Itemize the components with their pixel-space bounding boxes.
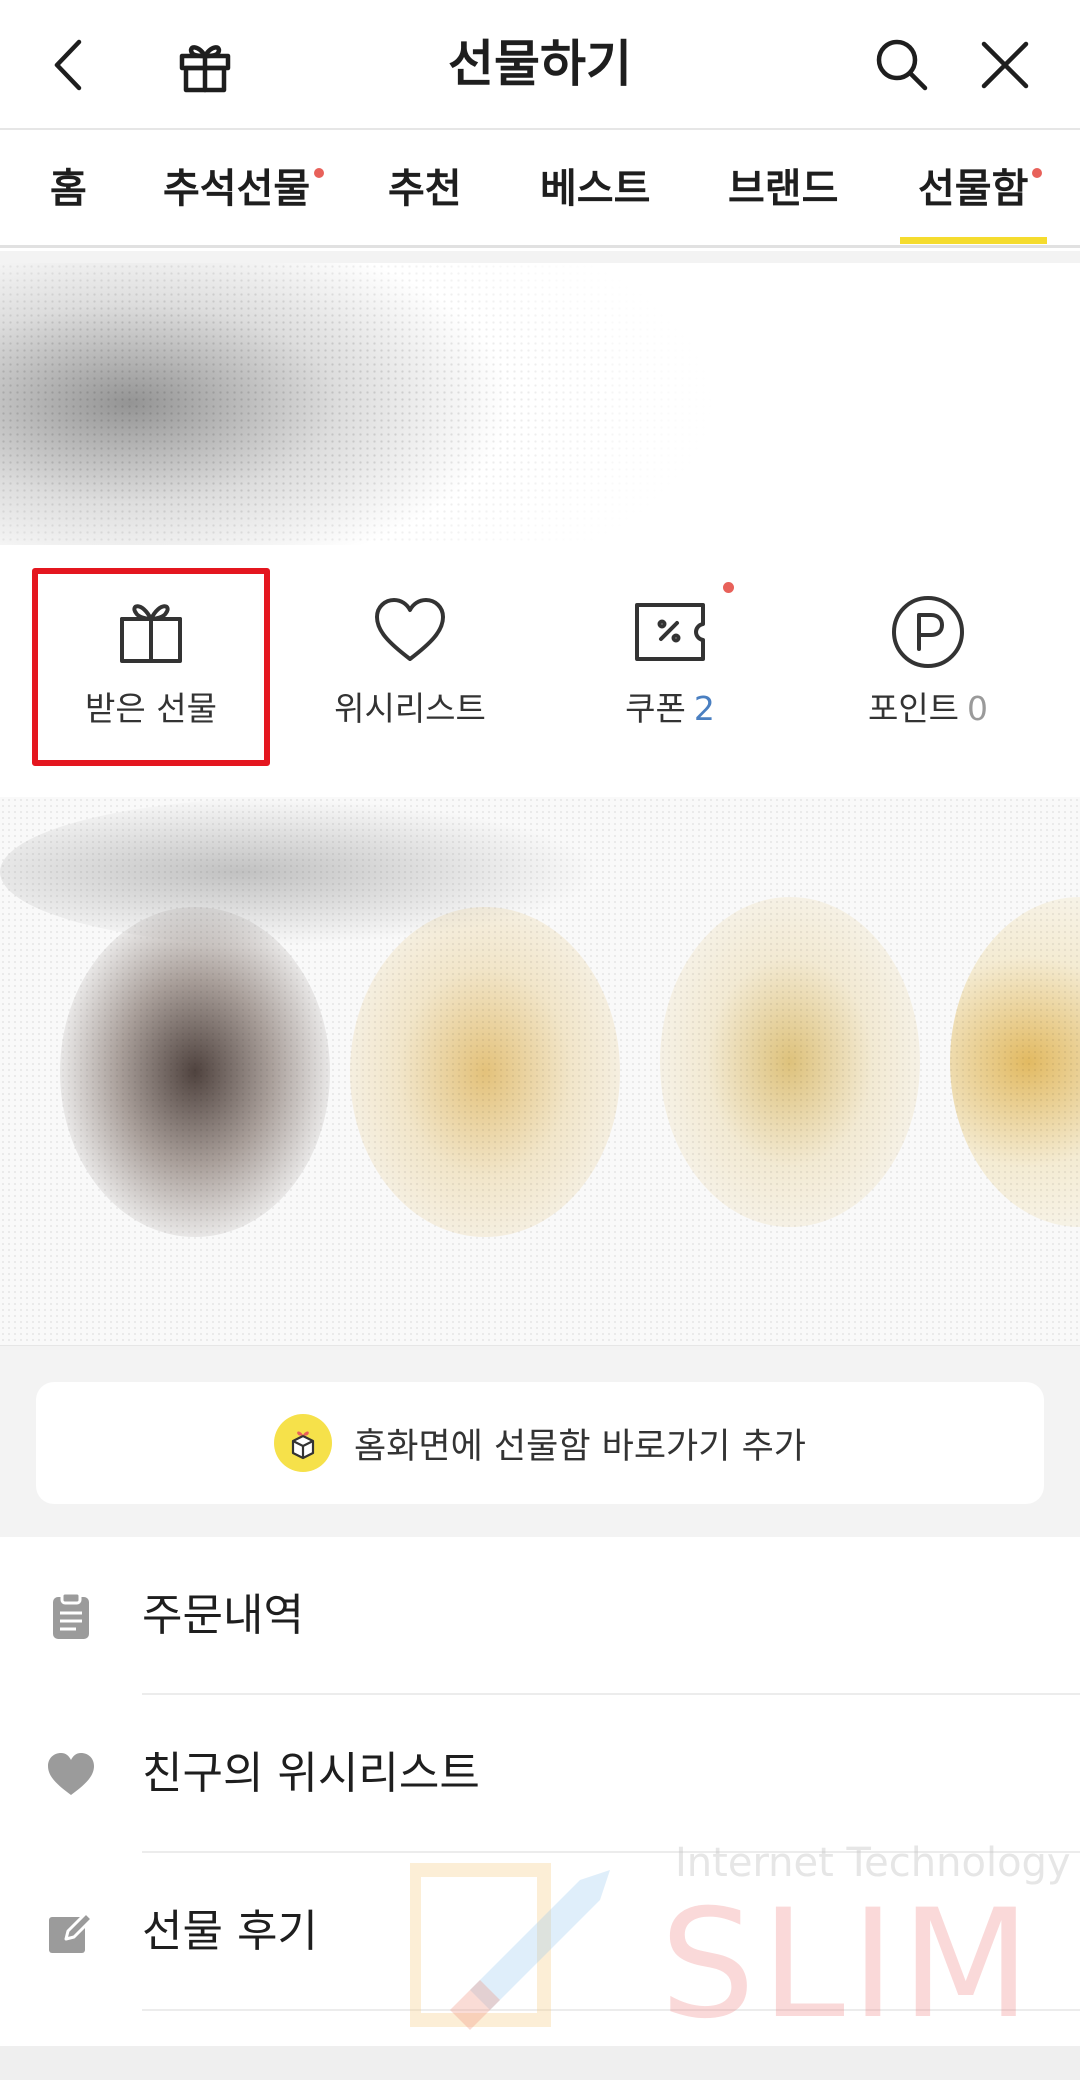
- wishlist-button[interactable]: 위시리스트: [290, 565, 530, 755]
- list-item-order-history[interactable]: 주문내역: [0, 1537, 1080, 1695]
- bottom-spacer: [0, 2046, 1080, 2080]
- tab-recommend[interactable]: 추천: [388, 154, 462, 224]
- active-tab-indicator: [900, 237, 1047, 244]
- shortcut-section: 홈화면에 선물함 바로가기 추가: [0, 1345, 1080, 1537]
- quick-menu-label: 포인트 0: [808, 687, 1048, 731]
- gift-icon: [179, 45, 231, 93]
- tab-brand[interactable]: 브랜드: [728, 154, 838, 224]
- divider: [142, 2009, 1080, 2011]
- list-item-label: 선물 후기: [142, 1906, 318, 1957]
- gift-home-button[interactable]: [165, 25, 245, 105]
- coupon-button[interactable]: 쿠폰 2: [550, 565, 790, 755]
- gift-box-page: 선물하기 홈 추석선물 추천 베스트 브랜드 선물함 받은 선물 위시리스트 쿠…: [0, 0, 1080, 2080]
- coupon-icon: [635, 603, 705, 661]
- tab-label: 추석선물: [163, 166, 311, 212]
- tab-label: 홈: [50, 166, 87, 212]
- heart-filled-icon: [44, 1747, 98, 1801]
- shortcut-label: 홈화면에 선물함 바로가기 추가: [354, 1426, 806, 1467]
- point-icon: [892, 596, 964, 668]
- section-divider: [0, 251, 1080, 263]
- coupon-count: 2: [693, 689, 715, 728]
- point-label: 포인트: [867, 689, 960, 728]
- heart-icon: [375, 598, 445, 661]
- back-button[interactable]: [30, 25, 110, 105]
- tab-best[interactable]: 베스트: [540, 154, 650, 224]
- quick-menu-label: 쿠폰 2: [550, 687, 790, 731]
- notification-dot: [314, 168, 325, 178]
- gift-shortcut-svg: [291, 1431, 315, 1460]
- coupon-label: 쿠폰: [625, 689, 686, 728]
- page-title: 선물하기: [448, 35, 632, 93]
- search-button[interactable]: [862, 25, 942, 105]
- add-home-shortcut-button[interactable]: 홈화면에 선물함 바로가기 추가: [36, 1382, 1044, 1504]
- list-item-gift-review[interactable]: 선물 후기: [0, 1853, 1080, 2011]
- tab-home[interactable]: 홈: [50, 154, 87, 224]
- tab-label: 베스트: [540, 166, 651, 212]
- clipboard-icon: [44, 1589, 98, 1643]
- product-carousel[interactable]: [0, 797, 1080, 1345]
- notification-dot: [1032, 168, 1043, 178]
- image-grain: [0, 797, 1080, 1345]
- banner-image: [0, 263, 1080, 545]
- search-icon: [876, 39, 928, 91]
- quick-menu-label: 위시리스트: [334, 689, 486, 728]
- menu-list: 주문내역 친구의 위시리스트 선물 후기: [0, 1537, 1080, 2013]
- edit-icon: [44, 1905, 98, 1959]
- tab-chuseok-gift[interactable]: 추석선물: [163, 154, 325, 224]
- category-tabs: 홈 추석선물 추천 베스트 브랜드 선물함: [0, 132, 1080, 248]
- promo-banner[interactable]: [0, 263, 1080, 545]
- list-item-friend-wishlist[interactable]: 친구의 위시리스트: [0, 1695, 1080, 1853]
- tab-label: 선물함: [918, 166, 1029, 212]
- tab-label: 추천: [388, 166, 462, 212]
- notification-dot: [723, 582, 734, 593]
- back-arrow-icon: [54, 39, 82, 91]
- point-count: 0: [967, 689, 989, 728]
- tab-label: 브랜드: [728, 166, 839, 212]
- tab-gift-box[interactable]: 선물함: [918, 154, 1043, 224]
- gift-shortcut-icon: [274, 1414, 332, 1472]
- point-button[interactable]: 포인트 0: [808, 565, 1048, 755]
- list-item-label: 주문내역: [142, 1590, 304, 1641]
- list-item-label: 친구의 위시리스트: [142, 1748, 480, 1799]
- close-button[interactable]: [965, 25, 1045, 105]
- highlight-box: [32, 568, 270, 766]
- app-header: 선물하기: [0, 0, 1080, 130]
- close-icon: [981, 41, 1029, 89]
